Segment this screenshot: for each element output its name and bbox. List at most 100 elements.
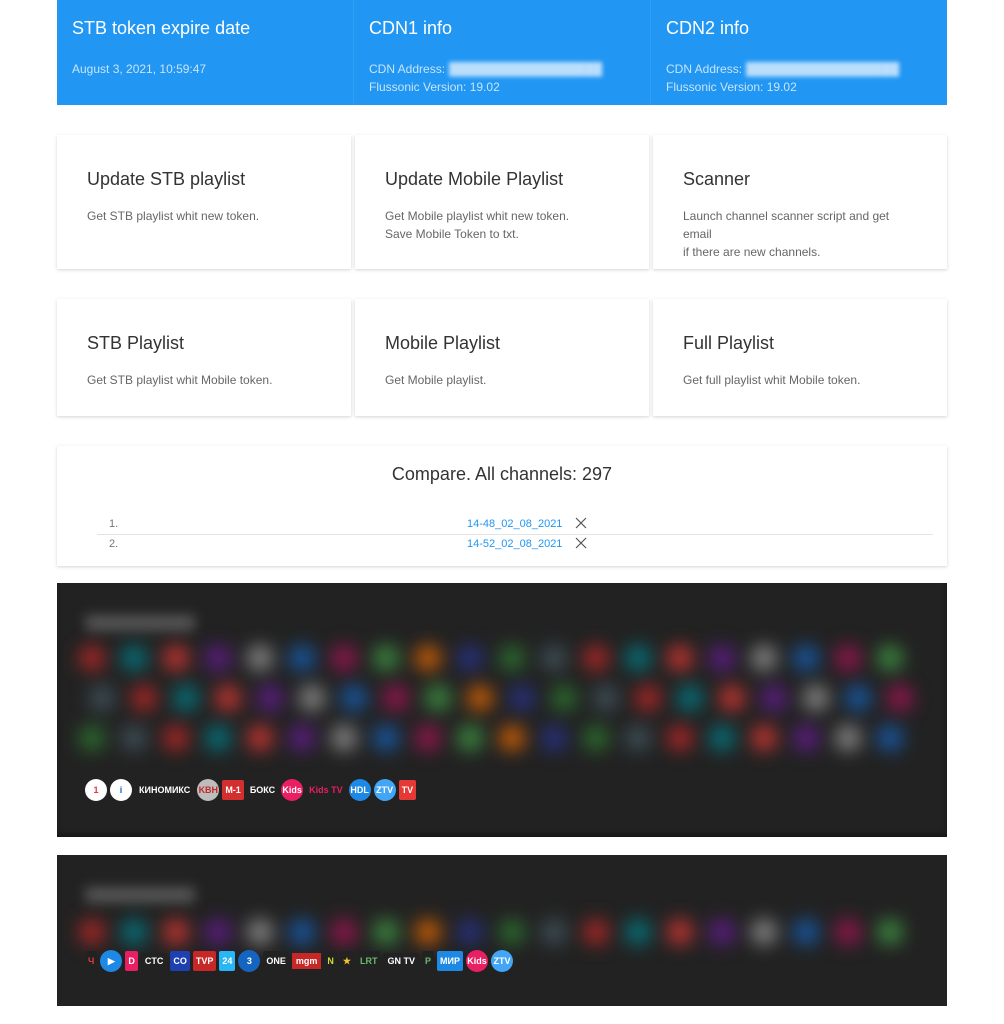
redacted-logo (331, 919, 357, 945)
channel-logo-strip: Ч ▶ D CTC CO TVP 24 3 ONE mgm N ★ LRT GN TV P МИР Kids ZT… (85, 950, 513, 972)
channel-logo: КИНОМИКС (135, 782, 195, 798)
compare-file-link[interactable]: 14-52_02_08_2021 (467, 538, 562, 550)
actions-row-2: STB Playlist Get STB playlist whit Mobil… (57, 299, 947, 416)
stb-token-card: STB token expire date August 3, 2021, 10… (57, 0, 354, 105)
redacted-logo (215, 685, 241, 711)
scanner-card[interactable]: Scanner Launch channel scanner script an… (653, 135, 947, 269)
card-desc-line: Get STB playlist whit new token. (87, 209, 260, 223)
close-icon[interactable] (575, 516, 587, 530)
card-description: Launch channel scanner script and get em… (683, 207, 917, 261)
redacted-logo (625, 919, 651, 945)
channel-logo: ZTV (373, 779, 396, 801)
cdn2-title: CDN2 info (666, 18, 750, 38)
full-playlist-card[interactable]: Full Playlist Get full playlist whit Mob… (653, 299, 947, 416)
redacted-logo (341, 685, 367, 711)
redacted-logo (205, 725, 231, 751)
channel-logo: P (421, 951, 434, 971)
redacted-logo (79, 919, 105, 945)
redacted-logo (593, 685, 619, 711)
stb-token-title: STB token expire date (72, 18, 251, 38)
channel-logo-strip: 1 i КИНОМИКС KBH M-1 БОКС Kids Kids TV HDL ZTV TV (85, 779, 417, 801)
redacted-logo (121, 725, 147, 751)
info-header-row: STB token expire date August 3, 2021, 10… (57, 0, 947, 105)
channel-logo: МИР (437, 951, 463, 971)
redacted-logo (499, 919, 525, 945)
channel-logo: CO (170, 951, 190, 971)
redacted-logo (709, 645, 735, 671)
redacted-logo (457, 919, 483, 945)
list-item: 2. 14-52_02_08_2021 (97, 535, 933, 554)
cdn1-address: CDN Address: ██████████████████ (369, 60, 635, 78)
redacted-logo (709, 725, 735, 751)
redacted-logo (551, 685, 577, 711)
update-mobile-playlist-card[interactable]: Update Mobile Playlist Get Mobile playli… (355, 135, 649, 269)
redacted-logo (289, 725, 315, 751)
channel-logo: KBH (197, 779, 220, 801)
cdn2-address-redacted[interactable]: ██████████████████ (746, 60, 899, 78)
redacted-logo (835, 725, 861, 751)
redacted-logo (709, 919, 735, 945)
redacted-logo (247, 919, 273, 945)
channel-logo: Ч (85, 951, 98, 971)
item-number: 1. (109, 518, 119, 530)
redacted-logo (667, 645, 693, 671)
channel-logo: 3 (238, 950, 261, 972)
update-stb-playlist-card[interactable]: Update STB playlist Get STB playlist whi… (57, 135, 351, 269)
card-title: Mobile Playlist (385, 333, 501, 353)
cdn1-address-redacted[interactable]: ██████████████████ (449, 60, 602, 78)
channel-logos-panel-2: Ч ▶ D CTC CO TVP 24 3 ONE mgm N ★ LRT GN TV P МИР Kids ZT… (57, 855, 947, 1006)
channel-logo: 24 (219, 951, 236, 971)
redacted-logo (583, 645, 609, 671)
redacted-heading (85, 887, 195, 903)
compare-panel: Compare. All channels: 297 1. 14-48_02_0… (57, 446, 947, 566)
redacted-logo (467, 685, 493, 711)
redacted-logo (541, 725, 567, 751)
mobile-playlist-card[interactable]: Mobile Playlist Get Mobile playlist. (355, 299, 649, 416)
redacted-logo (793, 645, 819, 671)
channel-logo: M-1 (222, 780, 244, 800)
redacted-logo (835, 919, 861, 945)
cdn2-version: Flussonic Version: 19.02 (666, 80, 797, 94)
channel-logo: HDL (348, 779, 371, 801)
redacted-logo (247, 645, 273, 671)
card-description: Get STB playlist whit new token. (87, 207, 321, 225)
card-desc-line: Get Mobile playlist whit new token. (385, 209, 570, 223)
redacted-logo (803, 685, 829, 711)
redacted-logo (667, 919, 693, 945)
redacted-logo (877, 919, 903, 945)
channel-logo: GN TV (383, 953, 419, 969)
redacted-logo (415, 725, 441, 751)
redacted-logo (499, 725, 525, 751)
list-item: 1. 14-48_02_08_2021 (97, 515, 933, 535)
channel-logo: ONE (263, 951, 289, 971)
redacted-logo (257, 685, 283, 711)
redacted-logo (373, 919, 399, 945)
card-title: Update STB playlist (87, 169, 246, 189)
channel-logo: i (110, 779, 132, 801)
redacted-logo (793, 725, 819, 751)
redacted-logo (247, 725, 273, 751)
redacted-logo (887, 685, 913, 711)
redacted-logo (499, 645, 525, 671)
card-title: STB Playlist (87, 333, 185, 353)
close-icon[interactable] (575, 536, 587, 550)
redacted-logo (845, 685, 871, 711)
redacted-logo (667, 725, 693, 751)
redacted-logo (877, 645, 903, 671)
redacted-logo (635, 685, 661, 711)
redacted-logo (719, 685, 745, 711)
compare-file-link[interactable]: 14-48_02_08_2021 (467, 518, 562, 530)
stb-playlist-card[interactable]: STB Playlist Get STB playlist whit Mobil… (57, 299, 351, 416)
redacted-logo (173, 685, 199, 711)
channel-logo: mgm (291, 953, 322, 969)
redacted-logo (541, 919, 567, 945)
card-title: Update Mobile Playlist (385, 169, 564, 189)
redacted-channel-grid (79, 641, 923, 771)
redacted-logo (373, 645, 399, 671)
redacted-logo (583, 919, 609, 945)
redacted-logo (457, 725, 483, 751)
channel-logo: N (324, 951, 337, 971)
redacted-logo (121, 919, 147, 945)
channel-logo: БОКС (246, 780, 279, 800)
redacted-logo (289, 645, 315, 671)
